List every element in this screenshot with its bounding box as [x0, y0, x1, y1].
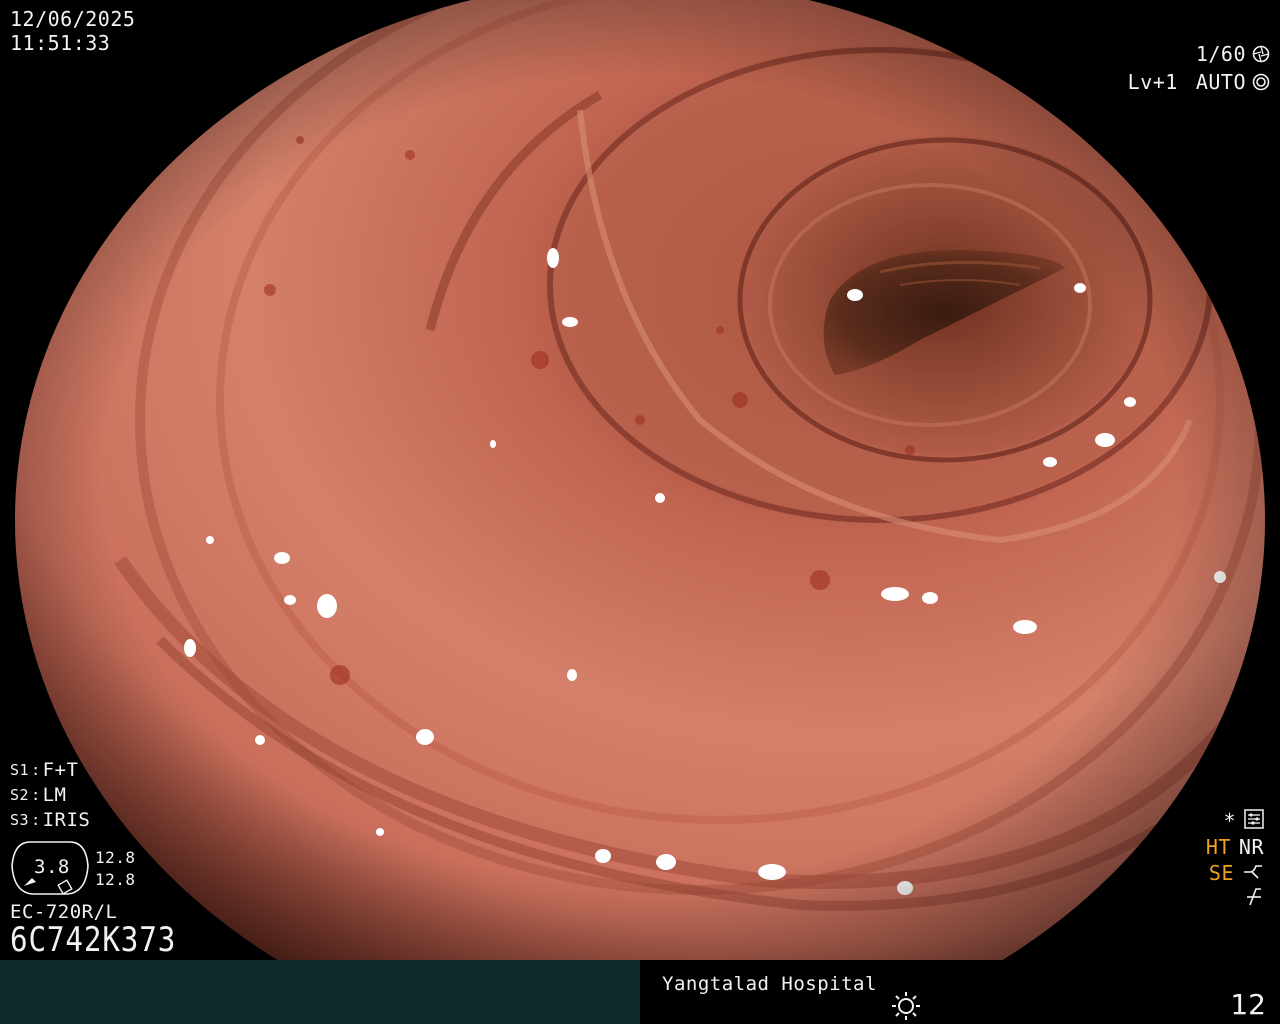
aperture-icon	[1252, 45, 1270, 63]
mode-indicators: * HT NR SE	[1206, 808, 1264, 912]
endoscopy-image	[0, 0, 1280, 960]
freeze-off-icon	[1244, 887, 1264, 912]
status-bar-left	[0, 960, 640, 1024]
camera-settings: 1/60 Lv+1 AUTO	[1128, 40, 1270, 96]
iris-upper-value: 12.8	[95, 848, 136, 867]
iris-gauge-value: 3.8	[34, 856, 70, 878]
ht-indicator: HT	[1205, 835, 1231, 859]
switch-key: S3	[10, 810, 30, 829]
switch-row: S3: IRIS	[10, 808, 91, 831]
switch-value: F+T	[42, 758, 79, 781]
shutter-speed: 1/60	[1195, 42, 1246, 66]
nr-indicator: NR	[1238, 835, 1264, 859]
switch-value: IRIS	[42, 808, 91, 831]
se-indicator: SE	[1208, 861, 1234, 885]
switch-key: S2	[10, 785, 30, 804]
switch-value: LM	[42, 783, 67, 806]
iris-mode-icon	[1252, 73, 1270, 91]
scope-serial: 6C742K373	[10, 920, 177, 960]
hospital-name: Yangtalad Hospital	[662, 973, 877, 995]
settings-icon	[1244, 808, 1264, 834]
iris-gauge: 3.8	[10, 838, 90, 898]
enhance-level: Lv+1	[1127, 70, 1178, 94]
curve-icon	[1242, 861, 1264, 885]
sun-icon	[890, 990, 922, 1024]
capture-time: 11:51:33	[10, 31, 111, 55]
iris-values: 12.8 12.8	[95, 847, 136, 891]
iris-lower-value: 12.8	[95, 870, 136, 889]
exposure-mode: AUTO	[1195, 70, 1246, 94]
status-bar: Yangtalad Hospital 12	[0, 960, 1280, 1024]
image-number: 12	[1230, 988, 1266, 1021]
switch-key: S1	[10, 760, 30, 779]
star-marker: *	[1223, 809, 1236, 833]
status-bar-right: Yangtalad Hospital 12	[640, 960, 1280, 1024]
switch-row: S2: LM	[10, 783, 67, 806]
switch-row: S1: F+T	[10, 758, 79, 781]
capture-date: 12/06/2025	[10, 7, 136, 31]
endoscopic-view	[0, 0, 1280, 960]
capture-datetime: 12/06/2025 11:51:33	[10, 7, 135, 55]
switch-assignments: S1: F+T S2: LM S3: IRIS	[10, 757, 90, 832]
